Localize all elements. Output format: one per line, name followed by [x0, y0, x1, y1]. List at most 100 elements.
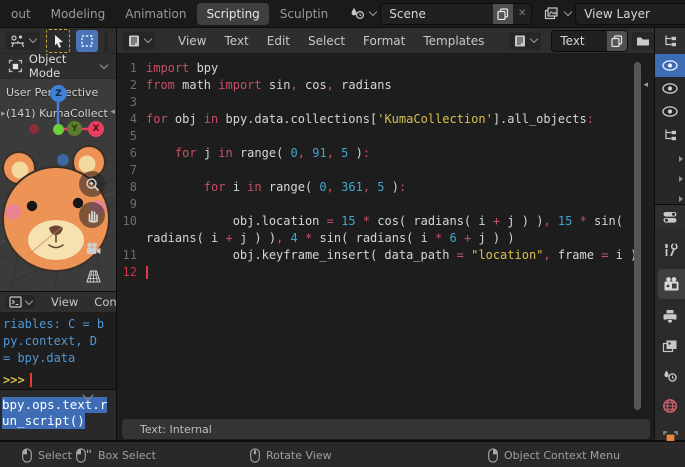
text-scrollbar[interactable] [634, 62, 641, 410]
code-row[interactable]: 3 [117, 93, 654, 110]
tab-world-properties[interactable] [655, 393, 685, 419]
collapsed-row-arrow-icon[interactable] [679, 196, 683, 202]
gizmo-z-handle[interactable]: Z [50, 85, 67, 102]
object-mode-icon [8, 59, 23, 73]
zoom-control[interactable] [79, 171, 105, 197]
code-row[interactable]: 12 [117, 263, 654, 280]
gizmo-y-plus-dot[interactable] [53, 124, 64, 135]
code-row[interactable]: 10 obj.location = 15 * cos( radians( i +… [117, 212, 654, 229]
viewport-3d[interactable]: Object Mode [0, 28, 116, 291]
console-menu-console[interactable]: Con [86, 295, 116, 309]
menu-select[interactable]: Select [299, 34, 354, 48]
text-name-field[interactable]: Text [551, 30, 628, 52]
text-editor-type-button[interactable] [123, 32, 155, 50]
camera-view-control[interactable] [80, 235, 106, 261]
tab-scene-properties[interactable] [655, 363, 685, 389]
scene-name-field[interactable]: Scene ✕ [380, 3, 532, 25]
console-editor-icon [9, 296, 22, 308]
scene-name: Scene [381, 7, 493, 21]
code-row[interactable]: 6 for j in range( 0, 91, 5 ): [117, 144, 654, 161]
code-row[interactable]: 8 for i in range( 0, 361, 5 ): [117, 178, 654, 195]
tab-view-layer-properties[interactable] [655, 333, 685, 359]
code-row[interactable]: 7 [117, 161, 654, 178]
gizmo-x-handle[interactable]: X [88, 121, 104, 137]
collapsed-row-arrow-icon[interactable] [679, 156, 683, 162]
console-menu-view[interactable]: View [43, 295, 86, 309]
code-row[interactable]: 5 [117, 127, 654, 144]
viewport-canvas[interactable]: User Perspective (141) KumaCollect Z Y X [0, 79, 116, 291]
code-editor[interactable]: 1import bpy2from math import sin, cos, r… [117, 59, 654, 280]
mouse-right-icon [488, 448, 498, 463]
te-sidebar-expand-icon[interactable]: ◂ [643, 80, 648, 90]
tab-tool-properties[interactable] [655, 237, 685, 263]
console-prompt[interactable]: >>> [0, 373, 116, 387]
gizmo-x-minus-dot[interactable] [29, 124, 39, 134]
pan-control[interactable] [79, 202, 105, 228]
menu-templates[interactable]: Templates [414, 34, 493, 48]
open-text-button[interactable] [632, 32, 654, 50]
code-row[interactable]: 1import bpy [117, 59, 654, 76]
scene-props-icon [662, 369, 678, 384]
outliner [655, 28, 685, 204]
menu-view[interactable]: View [169, 34, 215, 48]
workspace-tab-scripting[interactable]: Scripting [197, 3, 268, 25]
mode-label: Object Mode [29, 52, 101, 80]
code-row[interactable]: 4for obj in bpy.data.collections['KumaCo… [117, 110, 654, 127]
code-row[interactable]: 9 [117, 195, 654, 212]
menu-text[interactable]: Text [215, 34, 257, 48]
sidebar-expand-icon[interactable]: ◂ [110, 107, 115, 117]
visibility-toggle[interactable] [655, 100, 685, 123]
status-object-context-menu: Object Context Menu [488, 442, 620, 467]
prompt-label: >>> [3, 373, 25, 387]
eye-icon [662, 60, 678, 71]
properties-editor-type-button[interactable] [655, 205, 685, 229]
visibility-toggle[interactable] [655, 77, 685, 100]
text-editor[interactable]: View Text Edit Select Format Templates T… [117, 28, 654, 440]
info-log-line[interactable]: un_script() [2, 413, 85, 429]
console-line: riables: C = b [0, 316, 116, 333]
collapsed-row-arrow-icon[interactable] [679, 176, 683, 182]
mode-dropdown[interactable]: Object Mode [8, 52, 116, 80]
visibility-toggle-active[interactable] [655, 54, 685, 77]
toggle-ortho-control[interactable] [80, 263, 106, 289]
workspace-tab-sculpting[interactable]: Sculptin [271, 3, 337, 25]
scene-icon[interactable] [349, 6, 376, 22]
new-text-button[interactable] [607, 31, 627, 51]
camera-view-icon [85, 241, 101, 256]
active-tool-select-button[interactable] [46, 29, 70, 53]
box-select-mode-button[interactable] [76, 30, 98, 52]
workspace-tab-modeling[interactable]: Modeling [42, 3, 115, 25]
menu-edit[interactable]: Edit [258, 34, 299, 48]
toolbar-expand-icon[interactable]: ▸ [1, 109, 6, 119]
viewport-editor-icon [10, 34, 26, 48]
workspace-tab-animation[interactable]: Animation [116, 3, 195, 25]
console-line: py.context, D [0, 333, 116, 350]
view-layer-name-field[interactable]: View Layer ✕ [575, 3, 685, 25]
code-row[interactable]: 11 obj.keyframe_insert( data_path = "loc… [117, 246, 654, 263]
clipped-tool-button[interactable] [104, 30, 108, 52]
unlink-scene-button[interactable]: ✕ [513, 4, 531, 24]
viewport-editor-type-button[interactable] [6, 32, 40, 50]
view-layer-selector: View Layer ✕ [544, 3, 685, 25]
nav-gizmo-axis-dot[interactable] [57, 154, 69, 166]
info-log-line[interactable]: bpy.ops.text.r [2, 397, 107, 413]
world-icon [662, 398, 678, 414]
outliner-editor-type-button[interactable] [655, 28, 685, 54]
code-row[interactable]: radians( i + j ) ), 4 * sin( radians( i … [117, 229, 654, 246]
view-layer-icon[interactable] [544, 6, 571, 22]
new-scene-button[interactable] [493, 4, 513, 24]
text-datablock-menu-button[interactable] [509, 32, 541, 50]
tab-output-properties[interactable] [655, 303, 685, 329]
tab-render-properties[interactable] [658, 269, 685, 299]
text-source-label: Text: Internal [140, 423, 212, 436]
python-console[interactable]: View Con riables: C = b py.context, D = … [0, 292, 116, 389]
status-select: Select [22, 442, 72, 467]
outliner-filter-button[interactable] [655, 123, 685, 146]
code-row[interactable]: 2from math import sin, cos, radians [117, 76, 654, 93]
gizmo-y-handle[interactable]: Y [67, 121, 82, 136]
menu-format[interactable]: Format [354, 34, 414, 48]
status-box-select: Box Select [76, 442, 156, 467]
console-editor-type-button[interactable] [6, 295, 35, 309]
info-editor[interactable]: bpy.ops.text.r un_script() [0, 390, 116, 440]
workspace-tab-layout[interactable]: out [2, 3, 40, 25]
